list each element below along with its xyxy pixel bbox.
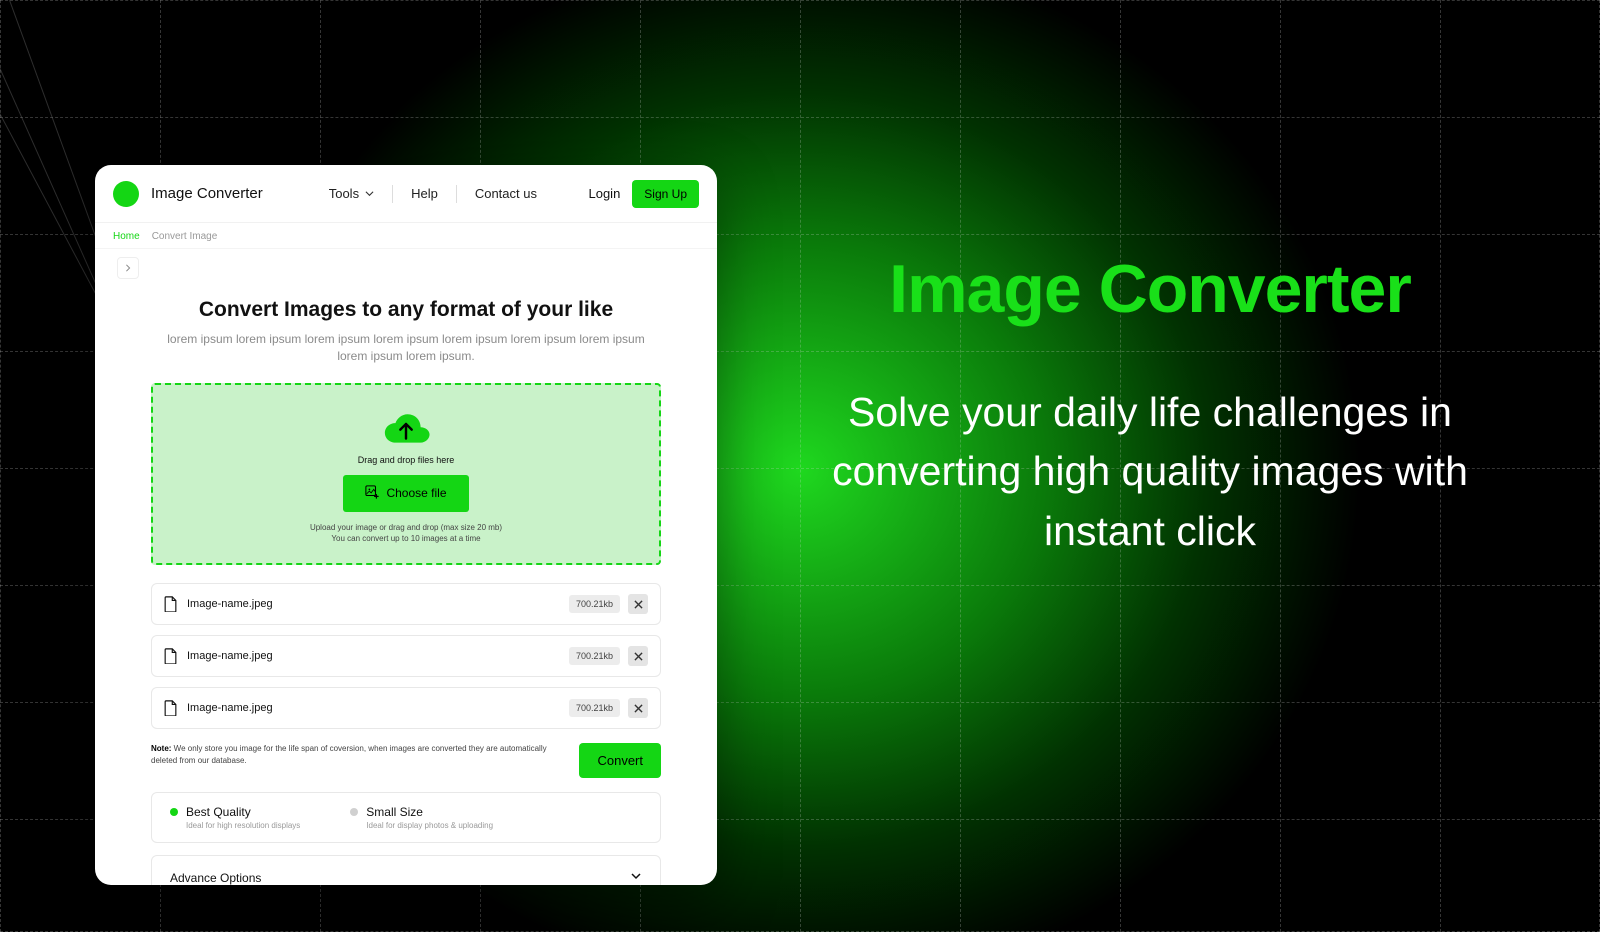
quality-best-label: Best Quality xyxy=(186,805,251,819)
main-content: Convert Images to any format of your lik… xyxy=(95,279,717,885)
file-name: Image-name.jpeg xyxy=(187,598,273,610)
choose-file-label: Choose file xyxy=(386,486,446,500)
drop-hint: Upload your image or drag and drop (max … xyxy=(153,522,659,545)
file-name: Image-name.jpeg xyxy=(187,650,273,662)
file-row: Image-name.jpeg 700.21kb xyxy=(151,583,661,625)
drop-hint-line1: Upload your image or drag and drop (max … xyxy=(153,522,659,534)
note-convert-row: Note: We only store you image for the li… xyxy=(151,743,661,778)
cloud-upload-icon xyxy=(380,409,432,447)
quality-best-option[interactable]: Best Quality Ideal for high resolution d… xyxy=(170,805,300,830)
breadcrumb-current: Convert Image xyxy=(152,231,218,242)
file-size-badge: 700.21kb xyxy=(569,699,620,717)
app-card: Image Converter Tools Help Contact us Lo… xyxy=(95,165,717,885)
file-icon xyxy=(164,596,177,612)
nav-help[interactable]: Help xyxy=(393,186,456,201)
nav-tools[interactable]: Tools xyxy=(311,186,392,201)
advance-options-label: Advance Options xyxy=(170,871,261,885)
promo-title: Image Converter xyxy=(790,250,1510,328)
nav-tools-label: Tools xyxy=(329,186,359,201)
file-size-badge: 700.21kb xyxy=(569,595,620,613)
chevron-down-icon xyxy=(365,186,374,201)
logo-icon xyxy=(113,181,139,207)
quality-options: Best Quality Ideal for high resolution d… xyxy=(151,792,661,843)
file-list: Image-name.jpeg 700.21kb Image-name.jpeg… xyxy=(151,583,661,729)
note-label: Note: xyxy=(151,744,171,753)
file-row: Image-name.jpeg 700.21kb xyxy=(151,687,661,729)
convert-button[interactable]: Convert xyxy=(579,743,661,778)
file-icon xyxy=(164,648,177,664)
advance-options-toggle[interactable]: Advance Options xyxy=(151,855,661,885)
drop-label: Drag and drop files here xyxy=(153,455,659,465)
image-add-icon xyxy=(365,485,379,502)
quality-small-option[interactable]: Small Size Ideal for display photos & up… xyxy=(350,805,493,830)
expand-button[interactable] xyxy=(117,257,139,279)
drop-hint-line2: You can convert up to 10 images at a tim… xyxy=(153,533,659,545)
quality-small-label: Small Size xyxy=(366,805,423,819)
breadcrumb-home[interactable]: Home xyxy=(113,231,140,242)
quality-small-sub: Ideal for display photos & uploading xyxy=(366,821,493,830)
radio-unselected-icon xyxy=(350,808,358,816)
choose-file-button[interactable]: Choose file xyxy=(343,475,468,512)
promo-block: Image Converter Solve your daily life ch… xyxy=(790,250,1510,561)
storage-note: Note: We only store you image for the li… xyxy=(151,743,559,766)
nav-contact[interactable]: Contact us xyxy=(457,186,555,201)
drop-zone[interactable]: Drag and drop files here Choose file Upl… xyxy=(151,383,661,565)
chevron-down-icon xyxy=(630,870,642,885)
file-name: Image-name.jpeg xyxy=(187,702,273,714)
breadcrumb: Home Convert Image xyxy=(95,223,717,249)
page-subtitle: lorem ipsum lorem ipsum lorem ipsum lore… xyxy=(151,331,661,365)
promo-tagline: Solve your daily life challenges in conv… xyxy=(790,383,1510,561)
page-title: Convert Images to any format of your lik… xyxy=(151,297,661,323)
file-remove-button[interactable] xyxy=(628,646,648,666)
close-icon xyxy=(634,704,643,713)
close-icon xyxy=(634,652,643,661)
file-row: Image-name.jpeg 700.21kb xyxy=(151,635,661,677)
nav: Tools Help Contact us xyxy=(311,185,555,203)
note-text: We only store you image for the life spa… xyxy=(151,744,547,765)
brand-name: Image Converter xyxy=(151,185,263,202)
login-link[interactable]: Login xyxy=(588,186,620,201)
close-icon xyxy=(634,600,643,609)
file-size-badge: 700.21kb xyxy=(569,647,620,665)
file-icon xyxy=(164,700,177,716)
header: Image Converter Tools Help Contact us Lo… xyxy=(95,165,717,223)
subnav xyxy=(95,249,717,279)
signup-button[interactable]: Sign Up xyxy=(632,180,699,208)
quality-best-sub: Ideal for high resolution displays xyxy=(186,821,300,830)
radio-selected-icon xyxy=(170,808,178,816)
file-remove-button[interactable] xyxy=(628,594,648,614)
auth-actions: Login Sign Up xyxy=(588,180,699,208)
file-remove-button[interactable] xyxy=(628,698,648,718)
